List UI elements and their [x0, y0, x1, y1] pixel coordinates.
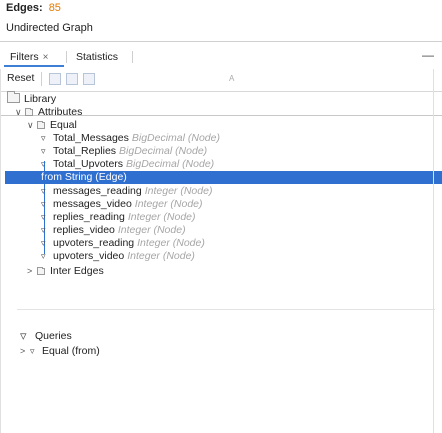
tree-filter-item[interactable]: ▿ Total_Messages BigDecimal (Node): [41, 132, 220, 144]
tree-item-attributes[interactable]: ∨ Attributes: [15, 106, 82, 118]
divider: [17, 309, 435, 310]
divider: [66, 51, 67, 63]
funnel-icon: ▿: [20, 328, 27, 343]
divider: [41, 72, 42, 86]
tree-label: Library: [24, 93, 57, 105]
funnel-icon: ▿: [41, 186, 46, 196]
tree-filter-item[interactable]: ▿ replies_video Integer (Node): [41, 224, 186, 236]
tree-filter-item[interactable]: ▿ replies_reading Integer (Node): [41, 211, 196, 223]
tab-statistics-label: Statistics: [76, 51, 119, 63]
edges-label: Edges:: [6, 2, 43, 14]
funnel-icon: ▿: [30, 346, 35, 356]
reset-button[interactable]: Reset: [7, 72, 34, 84]
tree-filter-item[interactable]: ▿ messages_video Integer (Node): [41, 198, 203, 210]
tab-filters[interactable]: Filters ×: [4, 47, 64, 67]
filters-toolbar: Reset A: [1, 69, 442, 92]
panel-border: [433, 69, 434, 433]
funnel-icon: ▿: [41, 199, 46, 209]
filter-toolbar-icon[interactable]: [83, 73, 95, 85]
edges-value: 85: [48, 2, 61, 14]
funnel-icon: ▿: [41, 225, 46, 235]
tree-filter-item[interactable]: ▿Total_UpvotersBigDecimal (Node): [41, 158, 214, 170]
folder-icon: [7, 91, 20, 103]
tree-filter-item[interactable]: ▿ upvoters_video Integer (Node): [41, 250, 195, 262]
funnel-icon: ▿: [41, 251, 46, 261]
chevron-right-icon[interactable]: >: [20, 346, 30, 356]
tab-bar: Filters × Statistics —: [0, 47, 442, 116]
filter-toolbar-icon[interactable]: [49, 73, 61, 85]
tree-item-equal[interactable]: ∨ Equal: [27, 119, 77, 131]
divider: [1, 91, 442, 92]
tree-filter-item[interactable]: ▿ messages_reading Integer (Node): [41, 185, 212, 197]
funnel-icon: ▿: [41, 146, 46, 156]
folder-icon: [37, 267, 45, 275]
tree-item-inter-edges[interactable]: > Inter Edges: [27, 265, 104, 277]
minimize-icon[interactable]: —: [422, 48, 434, 62]
font-icon[interactable]: A: [229, 74, 234, 83]
tree-filter-item[interactable]: ▿ Total_Replies BigDecimal (Node): [41, 145, 207, 157]
chevron-down-icon[interactable]: ∨: [15, 106, 25, 118]
filters-panel: Reset A Library ∨ Attributes ∨ Equal ▿ Tota…: [0, 69, 442, 433]
tree-filter-item[interactable]: ▿ upvoters_reading Integer (Node): [41, 237, 205, 249]
funnel-icon: ▿: [41, 238, 46, 248]
query-item[interactable]: > ▿ Equal (from): [20, 345, 100, 357]
tree-label: from String (Edge): [41, 171, 127, 183]
tree-item-library[interactable]: Library: [7, 91, 57, 105]
funnel-icon: ▿: [41, 158, 51, 170]
tree-filter-item-selected[interactable]: from String (Edge): [5, 171, 442, 184]
tree-label: Attributes: [38, 106, 83, 118]
graph-type: Undirected Graph: [6, 22, 93, 34]
queries-label: Queries: [35, 330, 72, 342]
funnel-icon: ▿: [41, 133, 46, 143]
tree-label: Inter Edges: [50, 265, 104, 277]
tab-statistics[interactable]: Statistics: [70, 47, 128, 67]
edges-count: Edges: 85: [6, 2, 61, 14]
chevron-right-icon[interactable]: >: [27, 265, 37, 277]
folder-icon: [37, 121, 45, 129]
filter-toolbar-icon[interactable]: [66, 73, 78, 85]
folder-icon: [25, 108, 33, 116]
divider: [0, 41, 442, 42]
funnel-icon: ▿: [41, 212, 46, 222]
divider: [132, 51, 133, 63]
summary-panel: Edges: 85 Undirected Graph: [0, 0, 442, 44]
tab-filters-label: Filters: [10, 51, 39, 63]
close-icon[interactable]: ×: [43, 52, 49, 63]
chevron-down-icon[interactable]: ∨: [27, 119, 37, 131]
tree-label: Equal: [50, 119, 77, 131]
query-label: Equal (from): [42, 345, 100, 357]
